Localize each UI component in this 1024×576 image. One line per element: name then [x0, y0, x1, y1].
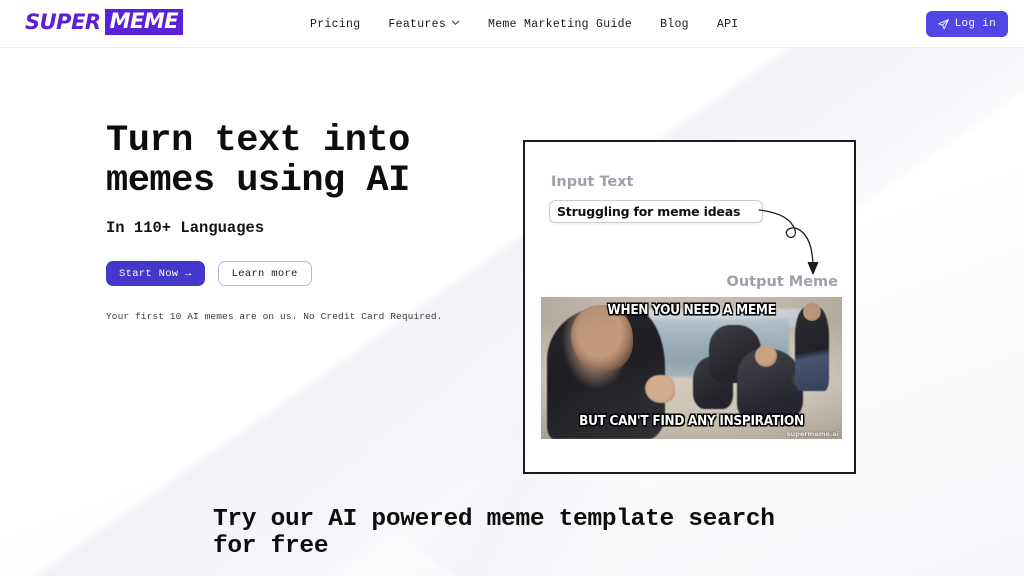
login-button[interactable]: Log in	[925, 11, 1008, 37]
nav-item-label: Features	[388, 17, 447, 31]
hero-section: Turn text into memes using AI In 110+ La…	[0, 48, 1024, 478]
login-button-label: Log in	[954, 18, 996, 30]
learn-more-button[interactable]: Learn more	[217, 261, 312, 287]
nav-item-label: Meme Marketing Guide	[488, 17, 633, 31]
nav-item-features[interactable]: Features	[374, 18, 474, 31]
nav-item-api[interactable]: API	[703, 18, 753, 31]
hero-note: Your first 10 AI memes are on us. No Cre…	[106, 311, 443, 323]
start-now-button[interactable]: Start Now →	[106, 261, 205, 287]
site-header: SUPER MEME Pricing Features Meme Marketi…	[0, 0, 1024, 48]
section-heading: Try our AI powered meme template search …	[213, 506, 775, 561]
nav-item-label: Pricing	[310, 17, 361, 31]
nav-item-blog[interactable]: Blog	[646, 18, 703, 31]
meme-watermark: supermeme.ai	[786, 430, 839, 438]
logo-text-super: SUPER	[25, 10, 101, 34]
demo-card: Input Text Struggling for meme ideas Out…	[523, 140, 856, 474]
meme-caption-top: WHEN YOU NEED A MEME	[607, 303, 776, 318]
output-meme-image: WHEN YOU NEED A MEME BUT CAN'T FIND ANY …	[541, 297, 842, 439]
hero-copy: Turn text into memes using AI In 110+ La…	[106, 120, 506, 323]
nav-item-label: API	[716, 17, 739, 31]
input-text-box[interactable]: Struggling for meme ideas	[549, 200, 763, 223]
nav-item-meme-marketing-guide[interactable]: Meme Marketing Guide	[474, 18, 646, 31]
input-text-label: Input Text	[551, 174, 634, 190]
nav-item-pricing[interactable]: Pricing	[296, 18, 374, 31]
send-icon	[937, 18, 949, 30]
main-navigation: Pricing Features Meme Marketing Guide Bl…	[296, 0, 752, 48]
hero-subtitle: In 110+ Languages	[106, 219, 265, 238]
logo-text-meme: MEME	[104, 9, 184, 35]
chevron-down-icon	[451, 18, 460, 27]
nav-item-label: Blog	[660, 17, 689, 31]
hero-actions: Start Now → Learn more	[106, 261, 506, 287]
brand-logo[interactable]: SUPER MEME	[25, 9, 184, 35]
meme-caption-bottom: BUT CAN'T FIND ANY INSPIRATION	[579, 414, 804, 429]
page-title: Turn text into memes using AI	[106, 120, 410, 202]
input-text-value: Struggling for meme ideas	[557, 204, 741, 219]
output-meme-label: Output Meme	[726, 274, 838, 290]
